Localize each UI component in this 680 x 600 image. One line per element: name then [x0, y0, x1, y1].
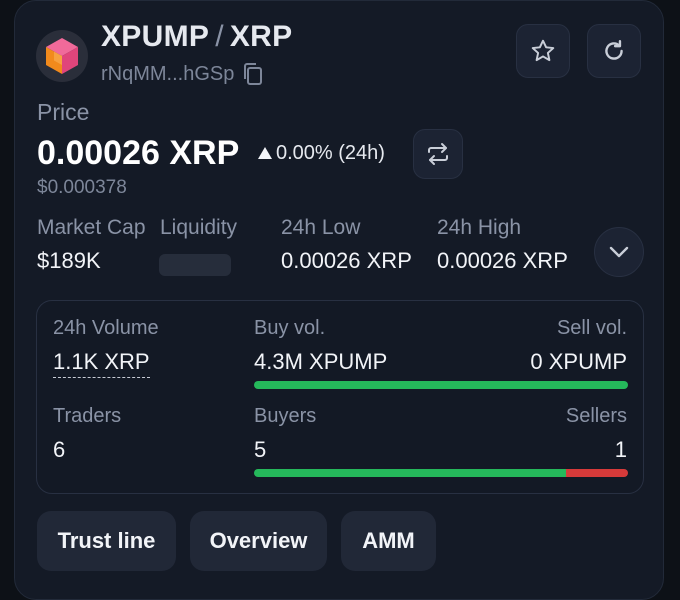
copy-icon[interactable] — [242, 62, 264, 86]
price-label: Price — [37, 99, 90, 125]
swap-icon — [428, 143, 448, 165]
volume-ratio-bar — [254, 381, 628, 389]
liquidity-label: Liquidity — [160, 216, 238, 239]
market-cap-label: Market Cap — [37, 216, 146, 239]
refresh-button[interactable] — [587, 24, 641, 78]
price-change: 0.00% (24h) — [258, 142, 385, 165]
tab-overview[interactable]: Overview — [190, 511, 327, 571]
token-address-row: rNqMM...hGSp — [101, 62, 264, 86]
sellers-label: Sellers — [565, 405, 627, 427]
buyers-label: Buyers — [254, 405, 317, 427]
sellers-value: 1 — [614, 437, 627, 462]
chevron-down-icon — [609, 246, 629, 258]
traders-ratio-bar — [254, 469, 628, 477]
market-cap-value: $189K — [37, 248, 101, 273]
volume-label: 24h Volume — [53, 317, 159, 339]
sell-vol-value: 0 XPUMP — [530, 349, 627, 374]
high-24h-label: 24h High — [437, 216, 522, 239]
high-24h-value: 0.00026 XRP — [437, 248, 568, 273]
swap-button[interactable] — [413, 129, 463, 179]
pair-separator: / — [215, 20, 224, 53]
token-address: rNqMM...hGSp — [101, 62, 235, 85]
star-icon — [531, 39, 555, 62]
volume-value-text: 1.1K XRP — [53, 349, 150, 378]
quote-symbol: XRP — [229, 20, 293, 53]
sellers-fill — [565, 469, 628, 477]
tab-amm[interactable]: AMM — [341, 511, 436, 571]
token-symbol: XPUMP — [101, 20, 210, 53]
sell-vol-label: Sell vol. — [556, 317, 627, 339]
cube-logo-icon — [36, 30, 88, 82]
buy-vol-label: Buy vol. — [254, 317, 326, 339]
volume-value[interactable]: 1.1K XRP — [53, 349, 150, 378]
token-pair-title: XPUMP / XRP — [101, 20, 292, 54]
low-24h-value: 0.00026 XRP — [281, 248, 412, 273]
liquidity-placeholder — [159, 254, 231, 276]
buyers-value: 5 — [254, 437, 267, 462]
refresh-icon — [605, 40, 623, 60]
expand-button[interactable] — [594, 227, 644, 277]
low-24h-label: 24h Low — [281, 216, 361, 239]
price-value: 0.00026 XRP — [37, 134, 240, 172]
buy-volume-fill — [254, 381, 628, 389]
favorite-button[interactable] — [516, 24, 570, 78]
price-change-text: 0.00% (24h) — [276, 142, 385, 164]
price-usd: $0.000378 — [37, 177, 127, 198]
triangle-up-icon — [258, 147, 272, 159]
buyers-fill — [254, 469, 566, 477]
traders-value: 6 — [53, 437, 66, 462]
buy-vol-value: 4.3M XPUMP — [254, 349, 388, 374]
tab-trust-line[interactable]: Trust line — [37, 511, 176, 571]
traders-label: Traders — [53, 405, 122, 427]
